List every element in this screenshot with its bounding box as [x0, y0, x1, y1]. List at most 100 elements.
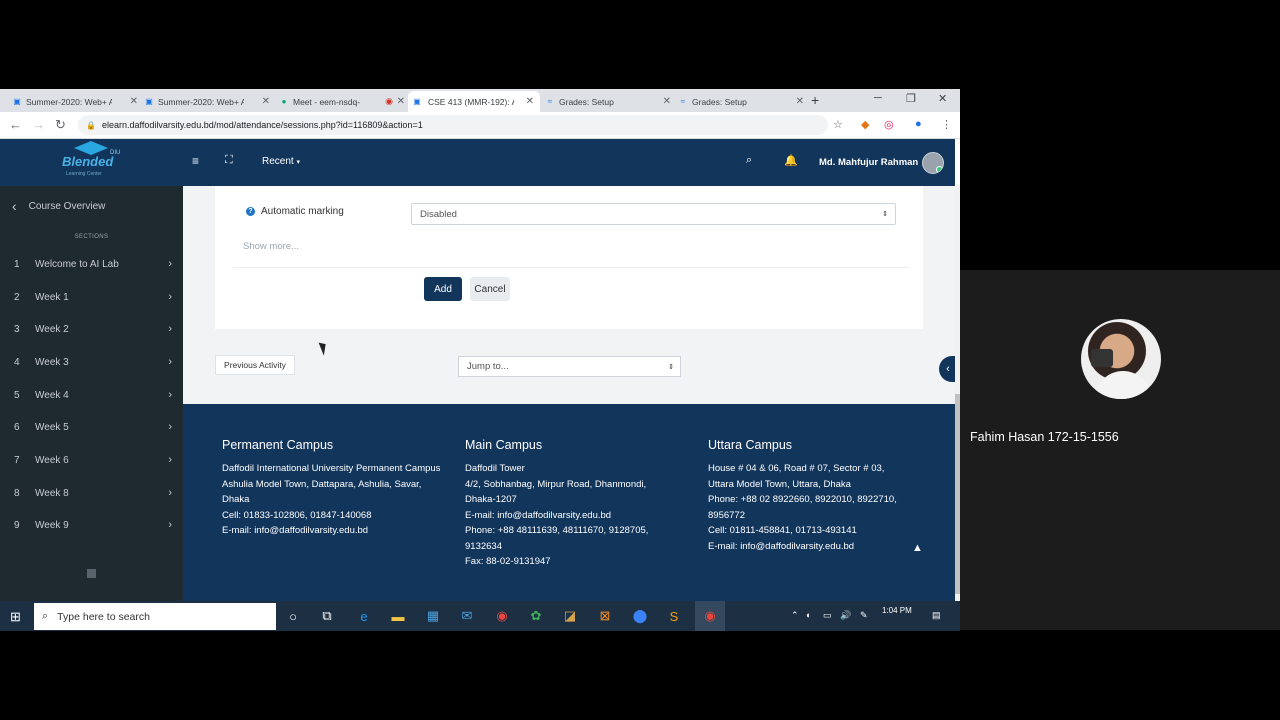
divider	[233, 267, 909, 268]
search-icon[interactable]: ⌕	[746, 154, 752, 167]
network-icon[interactable]: ▭	[823, 610, 832, 621]
footer-line: Ashulia Model Town, Dattapara, Ashulia, …	[222, 478, 422, 506]
user-name[interactable]: Md. Mahfujur Rahman	[819, 157, 918, 168]
browser-tab[interactable]: ▣ Summer-2020: Web+ A ✕	[144, 91, 276, 112]
menu-kebab-icon[interactable]: ⋮	[941, 118, 952, 131]
footer-line: E-mail: info@daffodilvarsity.edu.bd	[465, 509, 612, 521]
sidebar-item-week-8[interactable]: 8 Week 8 ›	[0, 483, 183, 503]
restore-icon[interactable]: ❐	[906, 92, 916, 105]
windows-taskbar: ⊞ ⌕ Type here to search ○ ⧉ e ▬ ▦ ✉ ◉ ✿ …	[0, 601, 960, 631]
browser-tab[interactable]: ▣ Summer-2020: Web+ A ✕	[12, 91, 144, 112]
chevron-right-icon: ›	[168, 421, 172, 433]
automatic-marking-label: Automatic marking	[261, 206, 344, 217]
edge-icon[interactable]: e	[355, 607, 373, 625]
xampp-icon[interactable]: ⊠	[596, 607, 614, 625]
browser-tab[interactable]: ≈ Grades: Setup ✕	[678, 91, 810, 112]
sublime-icon[interactable]: S	[665, 607, 683, 625]
automatic-marking-select[interactable]: Disabled ⇕	[411, 203, 896, 225]
chevron-right-icon: ›	[168, 323, 172, 335]
footer-line: Cell: 01833-102806, 01847-140068	[222, 509, 372, 521]
previous-activity-button[interactable]: Previous Activity	[215, 355, 295, 375]
close-icon[interactable]: ✕	[130, 96, 138, 107]
volume-icon[interactable]: 🔊	[840, 610, 851, 621]
course-overview-link[interactable]: ‹ Course Overview	[12, 198, 105, 214]
screen: ▣ Summer-2020: Web+ A ✕ ▣ Summer-2020: W…	[0, 0, 1280, 720]
maps-icon[interactable]: ⬤	[631, 607, 649, 625]
app-icon[interactable]: ✿	[527, 607, 545, 625]
profile-icon[interactable]: ●	[915, 118, 922, 130]
metamask-icon[interactable]: ◆	[861, 118, 869, 131]
graduation-cap-icon	[74, 141, 108, 155]
back-icon[interactable]: ←	[9, 117, 22, 132]
course-sidebar: ‹ Course Overview SECTIONS 1 Welcome to A…	[0, 186, 183, 601]
search-icon: ⌕	[42, 610, 49, 622]
bookmark-star-icon[interactable]: ☆	[833, 118, 843, 131]
windows-start-icon[interactable]: ⊞	[10, 609, 21, 625]
footer-line: House # 04 & 06, Road # 07, Sector # 03,…	[708, 463, 885, 490]
footer-heading: Uttara Campus	[708, 438, 793, 452]
sidebar-item-week-9[interactable]: 9 Week 9 ›	[0, 515, 183, 535]
fullscreen-icon[interactable]: ⛶	[225, 154, 233, 167]
forward-icon[interactable]: →	[32, 117, 45, 132]
recent-dropdown[interactable]: Recent ▾	[262, 156, 300, 167]
chevron-left-icon: ‹	[946, 363, 950, 375]
browser-tab[interactable]: ● Meet - eem-nsdq- ◉ ✕	[279, 91, 411, 112]
minimize-icon[interactable]: ─	[874, 92, 882, 104]
store-icon[interactable]: ▦	[424, 607, 442, 625]
hamburger-menu-icon[interactable]: ≡	[192, 154, 199, 168]
extension-icon[interactable]: ◎	[884, 118, 894, 131]
sidebar-item-week-1[interactable]: 2 Week 1 ›	[0, 287, 183, 307]
sidebar-item-week-6[interactable]: 7 Week 6 ›	[0, 450, 183, 470]
file-explorer-icon[interactable]: ▬	[389, 607, 407, 625]
app-icon[interactable]: ◪	[561, 607, 579, 625]
notification-bell-icon[interactable]: 🔔	[784, 154, 798, 167]
chevron-left-icon: ‹	[12, 198, 17, 214]
chrome-icon[interactable]: ◉	[493, 607, 511, 625]
chevron-right-icon: ›	[168, 389, 172, 401]
help-icon[interactable]: ?	[246, 207, 255, 216]
mail-icon[interactable]: ✉	[458, 607, 476, 625]
close-icon[interactable]: ✕	[526, 96, 534, 107]
moodle-icon: ▣	[413, 97, 421, 106]
participant-name: Fahim Hasan 172-15-1556	[970, 430, 1119, 444]
close-icon[interactable]: ✕	[796, 96, 804, 107]
tray-icon[interactable]: ◐	[806, 610, 811, 620]
pen-icon[interactable]: ✎	[860, 610, 868, 621]
site-logo[interactable]: Blended DIU Learning Center	[60, 141, 126, 183]
add-button[interactable]: Add	[424, 277, 462, 301]
avatar[interactable]	[922, 152, 944, 174]
moodle-icon: ▣	[145, 97, 153, 106]
reload-icon[interactable]: ↻	[55, 117, 66, 133]
meet-icon: ●	[281, 97, 287, 106]
close-icon[interactable]: ✕	[397, 96, 405, 107]
cancel-button[interactable]: Cancel	[470, 277, 510, 301]
taskbar-clock[interactable]: 1:04 PM	[882, 605, 912, 616]
participant-tile: Fahim Hasan 172-15-1556	[960, 270, 1280, 630]
jump-to-select[interactable]: Jump to... ⇕	[458, 356, 681, 377]
sidebar-item-week-3[interactable]: 4 Week 3 ›	[0, 352, 183, 372]
chrome-icon[interactable]: ◉	[701, 607, 719, 625]
address-bar[interactable]: 🔒 elearn.daffodilvarsity.edu.bd/mod/atte…	[78, 115, 828, 135]
taskbar-search-input[interactable]: ⌕ Type here to search	[34, 603, 276, 630]
back-to-top-icon[interactable]: ▲	[912, 542, 923, 554]
browser-tab-active[interactable]: ▣ CSE 413 (MMR-192): A ✕	[408, 91, 540, 112]
footer-line: Daffodil International University Perman…	[222, 463, 441, 474]
close-icon[interactable]: ✕	[663, 96, 671, 107]
moodle-icon: ▣	[13, 97, 21, 106]
task-view-icon[interactable]: ⧉	[318, 607, 336, 625]
browser-tab[interactable]: ≈ Grades: Setup ✕	[545, 91, 677, 112]
sidebar-footer-icon[interactable]	[87, 569, 96, 578]
moodle-icon: ≈	[680, 97, 686, 106]
close-icon[interactable]: ✕	[262, 96, 270, 107]
sidebar-item-week-5[interactable]: 6 Week 5 ›	[0, 417, 183, 437]
cortana-icon[interactable]: ○	[284, 607, 302, 625]
sidebar-item-week-4[interactable]: 5 Week 4 ›	[0, 385, 183, 405]
footer-line: Phone: +88 48111639, 48111670, 9128705, …	[465, 525, 649, 552]
window-close-icon[interactable]: ✕	[938, 92, 947, 105]
sidebar-item-week-2[interactable]: 3 Week 2 ›	[0, 319, 183, 339]
show-more-link[interactable]: Show more...	[243, 241, 299, 252]
tray-chevron-icon[interactable]: ⌃	[791, 610, 799, 621]
new-tab-button[interactable]: +	[811, 92, 819, 108]
notifications-icon[interactable]: ▤	[932, 610, 941, 621]
sidebar-item-welcome[interactable]: 1 Welcome to AI Lab ›	[0, 254, 183, 274]
